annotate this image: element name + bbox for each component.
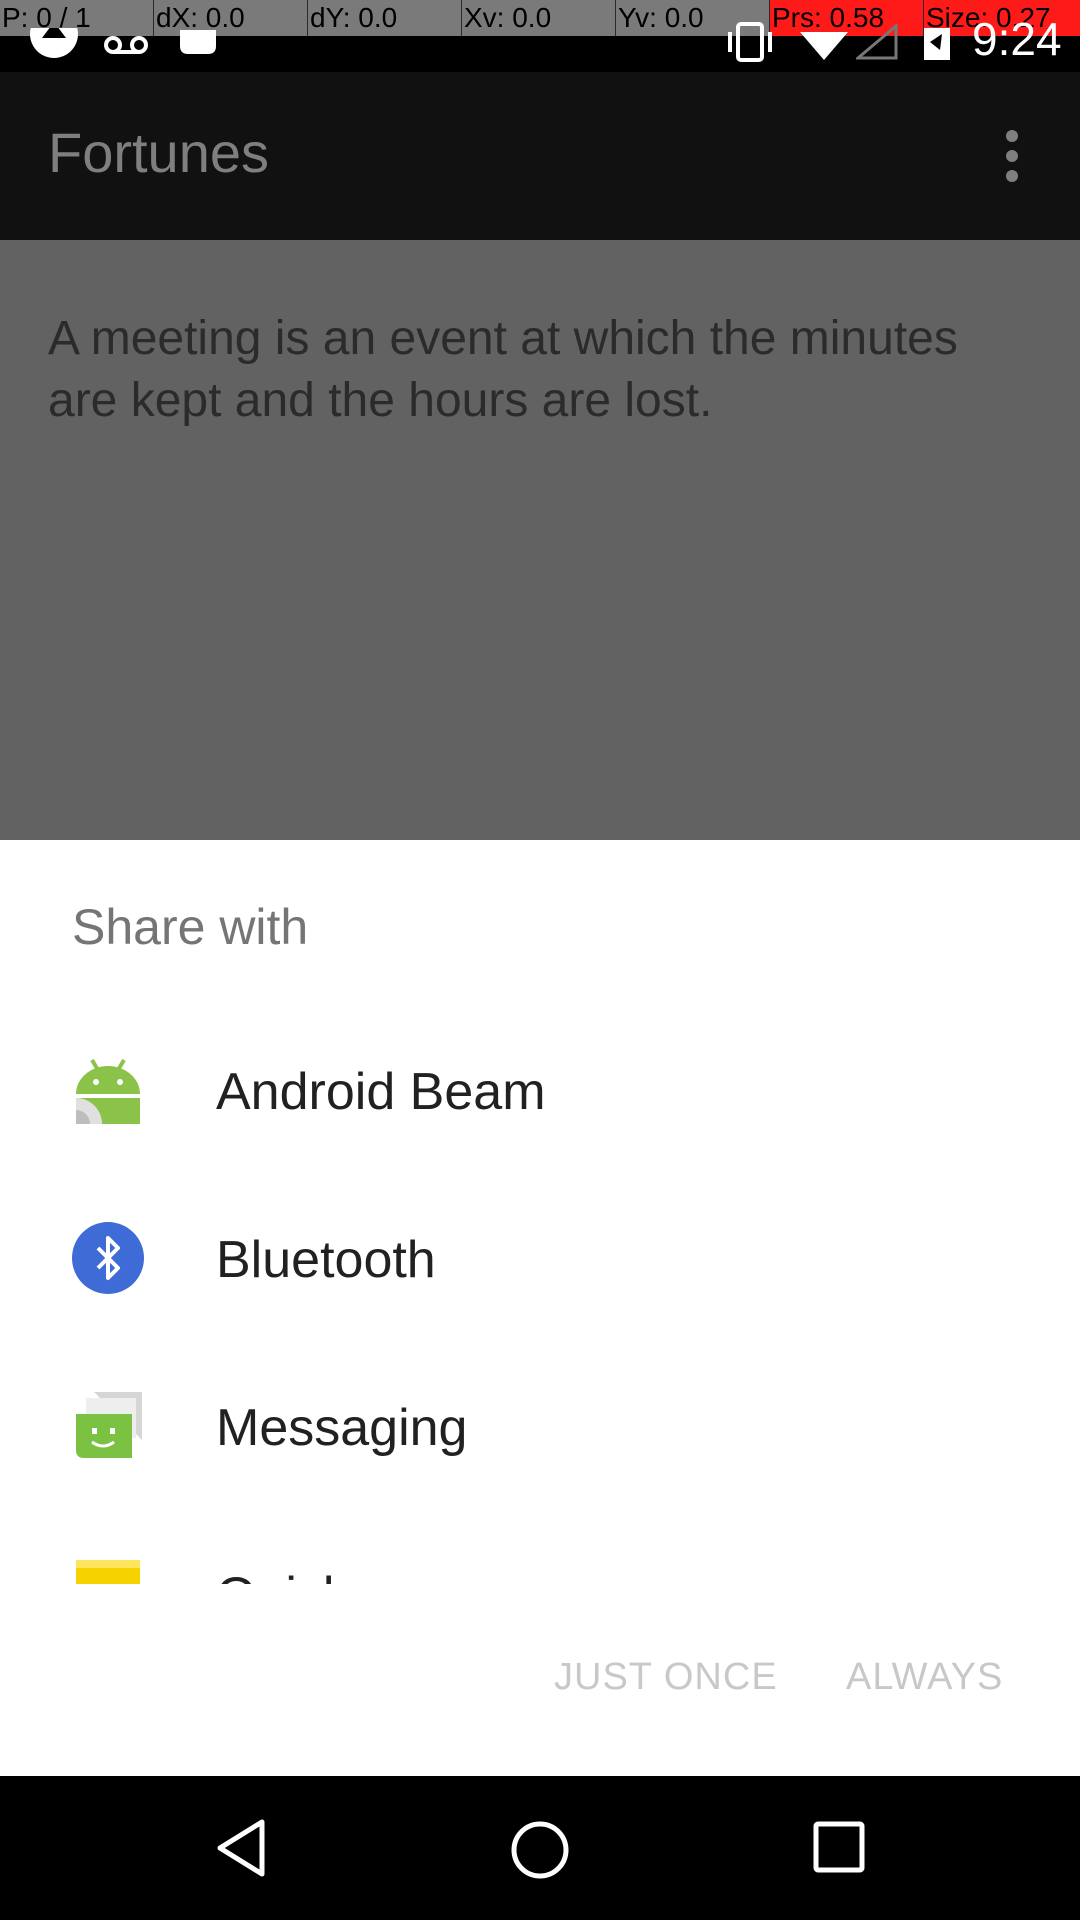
android-debug-icon	[180, 30, 216, 54]
debug-dy: dY: 0.0	[308, 0, 462, 36]
cell-signal-icon	[856, 24, 898, 60]
share-item-bluetooth[interactable]: Bluetooth	[0, 1168, 1080, 1336]
fortune-text: A meeting is an event at which the minut…	[48, 312, 958, 427]
app-notification-icon	[30, 28, 78, 58]
share-item-label: Quickmemo	[216, 1566, 493, 1584]
recents-icon[interactable]	[812, 1820, 868, 1876]
debug-xv: Xv: 0.0	[462, 0, 616, 36]
vibrate-icon	[728, 22, 772, 62]
app-title: Fortunes	[48, 121, 269, 184]
wifi-icon	[800, 32, 848, 60]
memo-icon	[76, 1560, 140, 1584]
share-item-label: Android Beam	[216, 1063, 546, 1121]
share-sheet-title: Share with	[72, 899, 309, 955]
share-item-memo[interactable]: Quickmemo	[0, 1504, 1080, 1584]
back-icon[interactable]	[212, 1818, 272, 1878]
overflow-menu-icon[interactable]	[1004, 130, 1020, 186]
status-time: 9:24	[972, 13, 1062, 65]
share-item-messaging[interactable]: Messaging	[0, 1336, 1080, 1504]
android-beam-icon	[76, 1058, 140, 1124]
battery-icon	[924, 28, 950, 60]
voicemail-icon	[104, 36, 148, 54]
share-item-android-beam[interactable]: Android Beam	[0, 1000, 1080, 1168]
share-item-label: Bluetooth	[216, 1231, 436, 1289]
debug-pressure: Prs: 0.58	[770, 0, 924, 36]
just-once-button[interactable]: JUST ONCE	[554, 1656, 778, 1699]
messaging-icon	[76, 1392, 142, 1458]
bluetooth-icon	[72, 1222, 144, 1294]
share-item-label: Messaging	[216, 1399, 468, 1457]
share-target-list[interactable]: Android Beam Bluetooth Messaging Quickme…	[0, 1000, 1080, 1584]
home-icon[interactable]	[508, 1818, 572, 1882]
pointer-debug-bar: P: 0 / 1 dX: 0.0 dY: 0.0 Xv: 0.0 Yv: 0.0…	[0, 0, 1080, 36]
always-button[interactable]: ALWAYS	[846, 1656, 1003, 1699]
